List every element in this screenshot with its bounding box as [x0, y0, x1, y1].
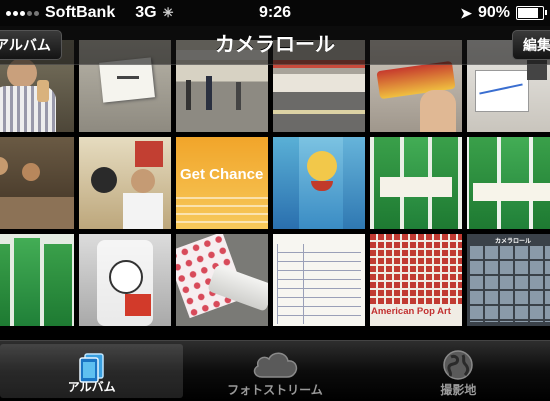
- photo-thumbnail[interactable]: [79, 137, 171, 229]
- tab-bar: アルバム フォトストリーム 撮影地: [0, 340, 550, 401]
- globe-icon: [443, 350, 474, 380]
- photo-thumbnail[interactable]: [0, 234, 74, 326]
- edit-button[interactable]: 編集: [512, 30, 550, 60]
- poster-text: Get Chance: [180, 166, 264, 183]
- battery-icon: [516, 6, 547, 20]
- screenshot-title: カメラロール: [494, 238, 531, 245]
- photo-thumbnail[interactable]: [370, 137, 462, 229]
- battery-percent: 90%: [477, 4, 510, 21]
- tab-places-label: 撮影地: [440, 383, 477, 397]
- photo-thumbnail[interactable]: [273, 137, 365, 229]
- carrier-name: SoftBank: [45, 4, 116, 21]
- ticket-title: American Pop Art: [371, 306, 451, 317]
- activity-spinner-icon: ✳: [162, 5, 174, 20]
- network-type: 3G: [135, 4, 157, 21]
- tab-albums[interactable]: アルバム: [0, 344, 184, 398]
- photo-grid: Get Chance American Pop Art カメラロール: [0, 40, 550, 340]
- tab-photo-stream[interactable]: フォトストリーム: [183, 341, 366, 401]
- page-title: カメラロール: [215, 34, 335, 56]
- status-bar: SoftBank 3G ✳ 9:26 ➤ 90%: [0, 0, 550, 26]
- tab-places[interactable]: 撮影地: [367, 341, 550, 401]
- photo-thumbnail[interactable]: [467, 137, 550, 229]
- photo-thumbnail[interactable]: カメラロール: [467, 234, 550, 326]
- cloud-icon: [253, 352, 298, 378]
- signal-strength-icon: [6, 10, 39, 16]
- photo-thumbnail[interactable]: [79, 234, 171, 326]
- photo-thumbnail[interactable]: American Pop Art: [370, 234, 462, 326]
- photo-thumbnail[interactable]: [273, 234, 365, 326]
- tab-photo-stream-label: フォトストリーム: [227, 383, 323, 397]
- navigation-bar: カメラロール アルバム 編集: [0, 26, 550, 65]
- photo-thumbnail[interactable]: Get Chance: [176, 137, 268, 229]
- albums-icon: [78, 353, 104, 383]
- photo-thumbnail[interactable]: [176, 234, 268, 326]
- albums-back-button[interactable]: アルバム: [0, 30, 62, 60]
- location-arrow-icon: ➤: [460, 4, 472, 21]
- photo-thumbnail[interactable]: [0, 137, 74, 229]
